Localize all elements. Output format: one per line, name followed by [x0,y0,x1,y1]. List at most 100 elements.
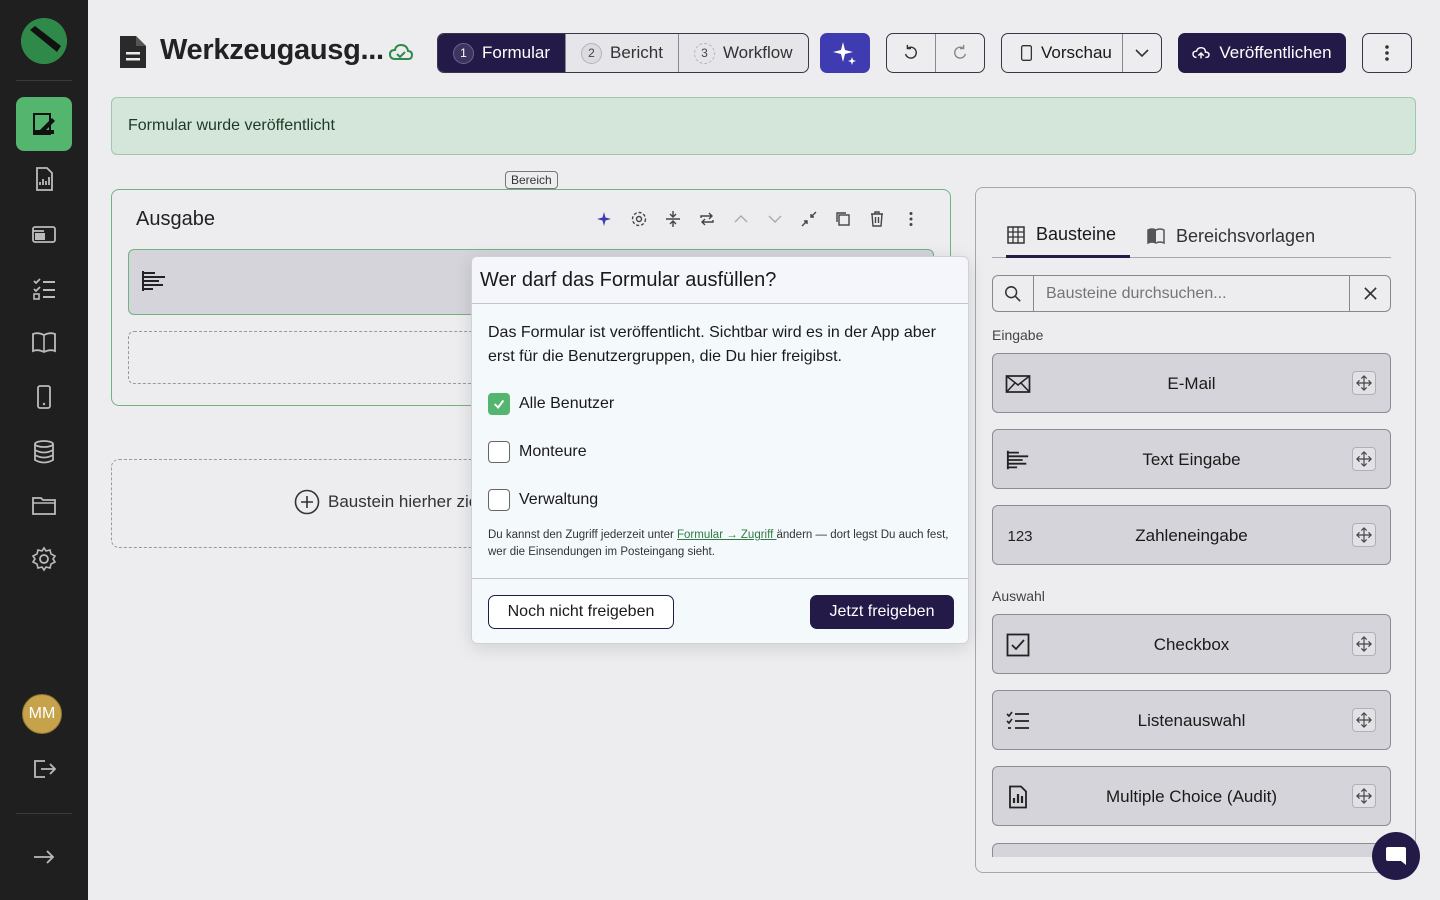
block-checkbox[interactable]: Checkbox [992,614,1391,674]
logout-button[interactable] [16,742,72,796]
drag-handle[interactable] [1352,371,1376,395]
dropzone-hint: Baustein hierher zie [294,489,478,515]
tab-label: Bausteine [1036,224,1117,244]
form-edit-icon [33,113,55,135]
app-logo[interactable] [21,18,67,64]
drag-handle[interactable] [1352,632,1376,656]
blocks-icon [1007,225,1025,244]
publish-button[interactable]: Veröffentlichen [1178,33,1346,73]
sidebar-item-reports[interactable] [16,152,72,206]
duplicate-button[interactable] [826,206,860,232]
sidebar-divider [16,80,72,81]
preview-button[interactable]: Vorschau [1002,34,1123,72]
expand-sidebar-button[interactable] [16,830,72,884]
chevron-down-icon [1135,49,1149,58]
dialog-title: Wer darf das Formular ausfüllen? [472,257,968,304]
ai-assistant-button[interactable] [820,33,870,73]
option-monteure[interactable]: Monteure [488,441,587,463]
block-label: Multiple Choice (Audit) [1105,787,1277,806]
move-down-button[interactable] [758,206,792,232]
more-menu-button[interactable] [1362,33,1412,73]
access-settings-link[interactable]: Formular → Zugriff [677,529,776,541]
avatar[interactable]: MM [22,694,62,734]
publish-label: Veröffentlichen [1219,43,1332,62]
folder-icon [32,497,56,515]
copy-icon [836,212,850,226]
more-vertical-icon [909,212,913,226]
sidebar-item-files[interactable] [16,478,72,532]
block-label: Checkbox [1153,635,1230,654]
drag-handle[interactable] [1352,708,1376,732]
check-icon [493,399,505,409]
block-email[interactable]: E-Mail [992,353,1391,413]
section-settings-button[interactable] [622,206,656,232]
block-label: Text Eingabe [1142,450,1241,469]
block-listenauswahl[interactable]: Listenauswahl [992,690,1391,750]
block-label: Zahleneingabe [1135,526,1248,545]
section-collapse-button[interactable] [656,206,690,232]
block-text-eingabe[interactable]: Text Eingabe [992,429,1391,489]
repeat-icon [700,212,714,226]
block-zahleneingabe[interactable]: 123 Zahleneingabe [992,505,1391,565]
banner-text: Formular wurde veröffentlicht [128,117,335,134]
step-number: 3 [693,42,715,64]
block-multiple-choice[interactable]: Multiple Choice (Audit) [992,766,1391,826]
blocks-search [992,275,1391,312]
clear-search-button[interactable] [1349,276,1390,311]
preview-menu-toggle[interactable] [1123,34,1161,72]
sparkle-icon [833,42,856,65]
logout-icon [34,760,57,778]
block-label: Listenauswahl [1137,711,1246,730]
move-icon [1356,527,1372,543]
tab-bereichsvorlagen[interactable]: Bereichsvorlagen [1146,214,1315,258]
section-more-button[interactable] [894,206,928,232]
form-title[interactable]: Werkzeugausg... [160,34,384,67]
section-ai-button[interactable] [588,206,622,232]
sidebar-item-library[interactable] [16,315,72,369]
gear-icon [31,546,57,572]
tab-bausteine[interactable]: Bausteine [1006,214,1131,258]
undo-button[interactable] [887,34,936,72]
checkbox[interactable] [488,489,510,511]
sidebar-item-forms[interactable] [16,97,72,151]
step-number: 2 [581,42,603,64]
option-verwaltung[interactable]: Verwaltung [488,489,598,511]
tab-workflow[interactable]: 3 Workflow [679,34,808,72]
search-icon [1005,285,1021,302]
drag-handle[interactable] [1352,523,1376,547]
cloud-upload-icon [1192,46,1211,59]
inbox-icon [32,226,56,243]
close-icon [1363,287,1377,300]
chat-button[interactable] [1372,832,1420,880]
share-now-button[interactable]: Jetzt freigeben [810,595,954,629]
minimize-button[interactable] [792,206,826,232]
tab-formular[interactable]: 1 Formular [438,34,567,72]
note-text: Du kannst den Zugriff jederzeit unter [488,529,678,541]
sidebar-item-inbox[interactable] [16,207,72,261]
mobile-icon [1020,45,1033,61]
section-title[interactable]: Ausgabe [136,208,215,231]
preview-label: Vorschau [1041,43,1112,62]
sparkle-icon [597,212,611,226]
checkbox[interactable] [488,441,510,463]
move-icon [1356,712,1372,728]
drag-handle[interactable] [1352,784,1376,808]
redo-button[interactable] [936,34,984,72]
drag-handle[interactable] [1352,447,1376,471]
block-label: E-Mail [1167,374,1216,393]
sidebar-item-checklists[interactable] [16,261,72,315]
section-repeat-button[interactable] [690,206,724,232]
search-input[interactable] [1034,276,1349,311]
checkbox[interactable] [488,393,510,415]
option-alle-benutzer[interactable]: Alle Benutzer [488,393,614,415]
document-icon [120,36,146,68]
not-yet-share-button[interactable]: Noch nicht freigeben [488,595,674,629]
delete-button[interactable] [860,206,894,232]
tab-bericht[interactable]: 2 Bericht [566,34,679,72]
sidebar-item-settings[interactable] [16,532,72,586]
sidebar-item-app[interactable] [16,370,72,424]
move-icon [1356,788,1372,804]
sidebar-item-data[interactable] [16,425,72,479]
move-up-button[interactable] [724,206,758,232]
dialog-description: Das Formular ist veröffentlicht. Sichtba… [488,324,936,365]
